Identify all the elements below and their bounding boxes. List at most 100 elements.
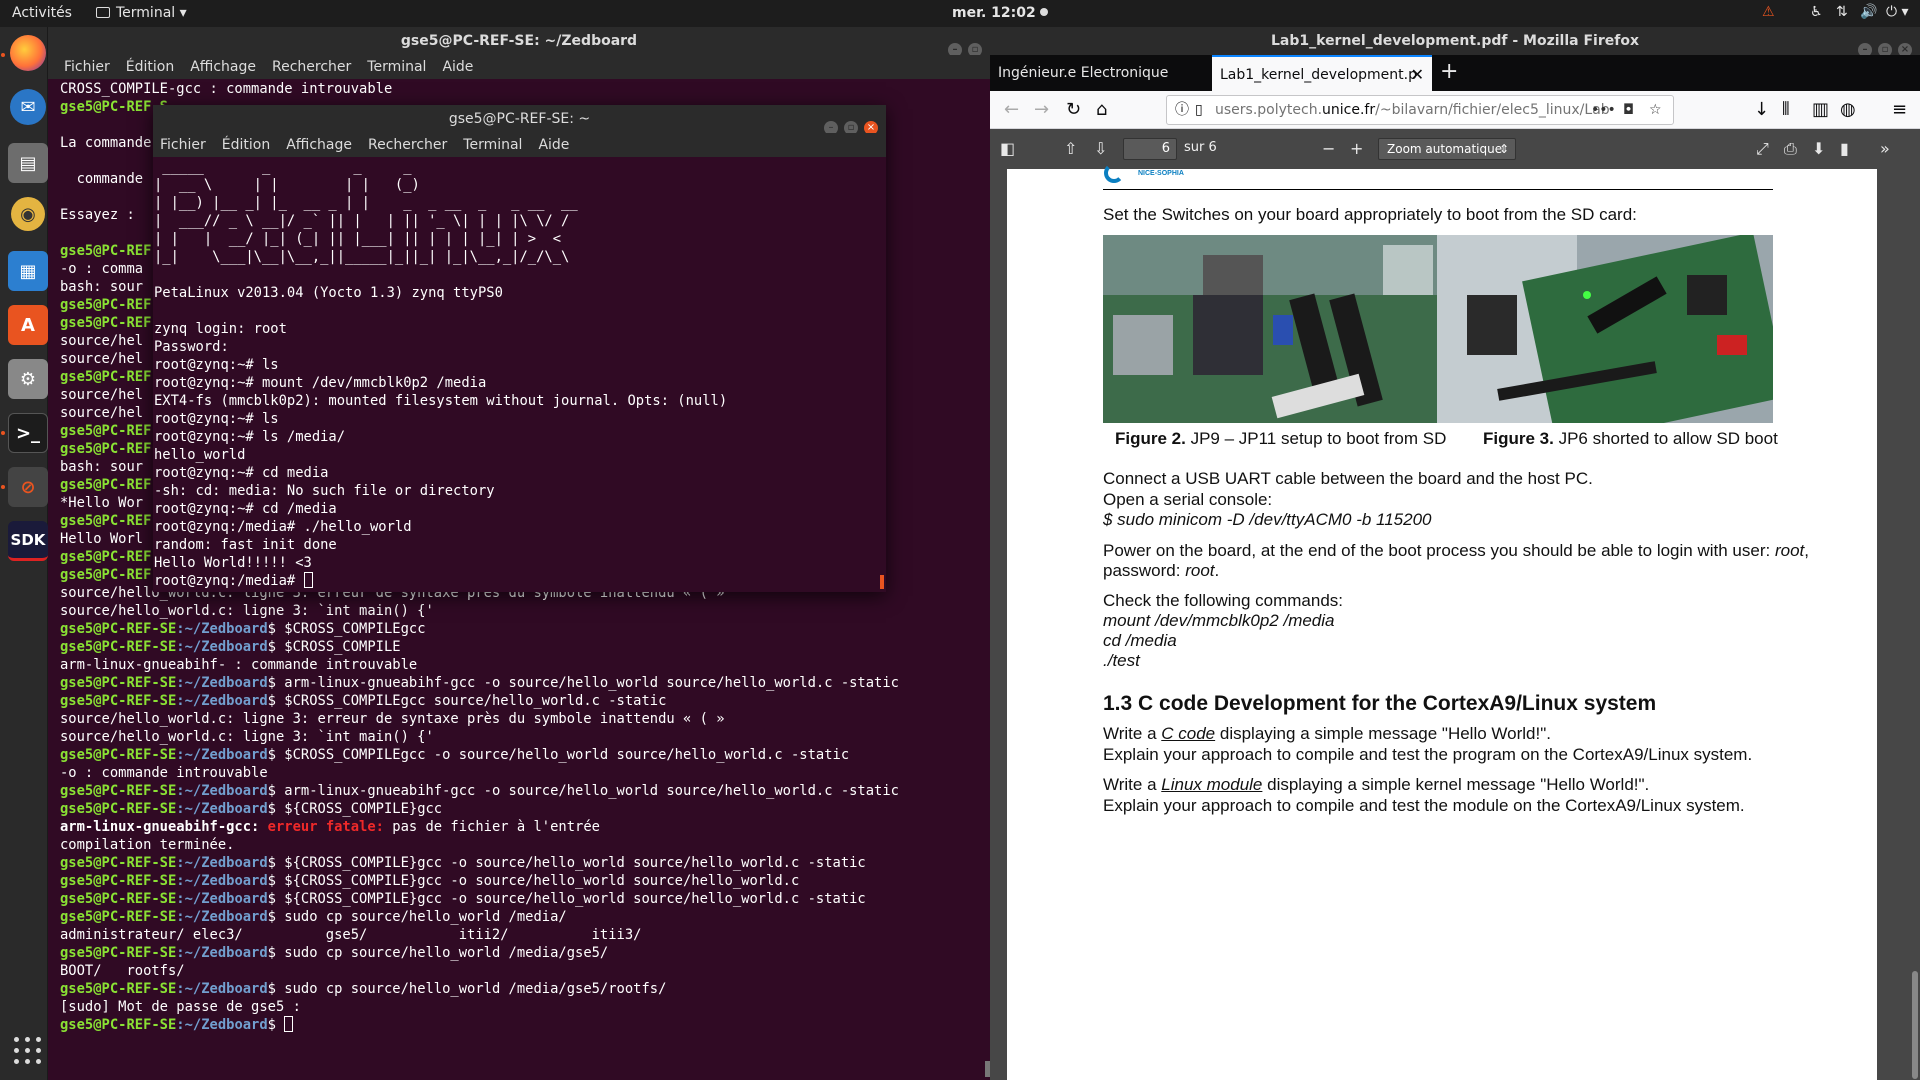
menu-item-0[interactable]: Fichier xyxy=(160,133,206,157)
page-actions-icon[interactable]: ••• xyxy=(1591,96,1616,124)
serial-line: | __ \ | | | | (_) xyxy=(154,177,420,193)
running-indicator xyxy=(1,485,5,489)
thunderbird-icon[interactable]: ✉ xyxy=(10,89,46,125)
close-tab-icon[interactable]: ✕ xyxy=(1411,57,1424,91)
c-code-link[interactable]: C code xyxy=(1161,724,1215,743)
pdf-command: $ sudo minicom -D /dev/ttyACM0 -b 115200 xyxy=(1103,510,1432,530)
activities-button[interactable]: Activités xyxy=(12,5,72,21)
screenshot-icon[interactable]: ⊘ xyxy=(8,467,48,507)
home-icon[interactable]: ⌂ xyxy=(1096,99,1107,120)
files-icon[interactable]: ▤ xyxy=(8,143,48,183)
url-prefix: users.polytech. xyxy=(1215,102,1323,118)
rhythmbox-icon[interactable]: ◉ xyxy=(11,197,45,231)
bookmark-icon[interactable]: ▮ xyxy=(1840,139,1849,158)
bookmark-star-icon[interactable]: ☆ xyxy=(1649,96,1662,124)
terminal-line: gse5@PC-REF-SE:~/Zedboard$ ${CROSS_COMPI… xyxy=(60,854,985,872)
terminal-dock-icon[interactable]: >_ xyxy=(8,413,48,453)
menu-item-1[interactable]: Édition xyxy=(222,133,270,157)
clock[interactable]: mer. 12:02 xyxy=(952,5,1048,21)
serial-line: Password: xyxy=(154,339,229,355)
prompt-path: :~/Zedboard xyxy=(176,909,268,925)
prompt-path: :~/Zedboard xyxy=(176,621,268,637)
zoom-out-icon[interactable]: − xyxy=(1322,139,1335,158)
terminal-titlebar[interactable]: gse5@PC-REF-SE: ~/Zedboard – ▫ xyxy=(48,27,990,57)
pocket-icon[interactable]: ◘ xyxy=(1623,96,1634,124)
page-number-input[interactable]: 6 xyxy=(1123,138,1177,160)
hamburger-menu-icon[interactable]: ≡ xyxy=(1892,99,1907,120)
warning-icon[interactable]: ⚠ xyxy=(1762,4,1775,20)
site-info-icon[interactable]: ⓘ xyxy=(1175,96,1189,124)
command-text: $ sudo cp source/hello_world /media/gse5… xyxy=(267,945,609,961)
accessibility-icon[interactable]: ♿ xyxy=(1810,4,1823,20)
toggle-sidebar-icon[interactable]: ◧ xyxy=(1000,139,1015,158)
pdf-viewer[interactable]: NICE-SOPHIA Set the Switches on your boa… xyxy=(990,163,1920,1080)
university-logo: NICE-SOPHIA xyxy=(1104,163,1184,183)
serial-terminal-output[interactable]: _____ _ _ _ | __ \ | | | | (_) | |__) |__ … xyxy=(154,158,874,590)
serial-terminal-titlebar[interactable]: gse5@PC-REF-SE: ~ – ▫ × xyxy=(153,105,886,135)
chevron-down-icon: ⇕ xyxy=(1498,142,1509,156)
back-icon[interactable]: ← xyxy=(1004,99,1019,120)
print-icon[interactable]: ⎙ xyxy=(1784,139,1797,159)
reload-icon[interactable]: ↻ xyxy=(1066,99,1081,120)
window-title: gse5@PC-REF-SE: ~ xyxy=(448,111,591,127)
menu-item-5[interactable]: Aide xyxy=(538,133,569,157)
logo-swoosh-icon xyxy=(1104,163,1124,183)
menu-item-0[interactable]: Fichier xyxy=(64,55,110,79)
network-icon[interactable]: ⇅ xyxy=(1836,4,1848,20)
terminal-line: gse5@PC-REF-SE:~/Zedboard$ ${CROSS_COMPI… xyxy=(60,800,985,818)
terminal-line: -o : commande introuvable xyxy=(60,765,268,781)
menu-item-3[interactable]: Rechercher xyxy=(368,133,447,157)
serial-line: EXT4-fs (mmcblk0p2): mounted filesystem … xyxy=(154,393,728,409)
terminal-line: arm-linux-gnueabihf-gcc: erreur fatale: … xyxy=(60,818,985,836)
linux-module-link[interactable]: Linux module xyxy=(1161,775,1262,794)
writer-icon[interactable]: ▦ xyxy=(8,251,48,291)
firefox-window[interactable]: Lab1_kernel_development.pdf - Mozilla Fi… xyxy=(990,27,1920,1080)
serial-terminal-window[interactable]: gse5@PC-REF-SE: ~ – ▫ × Fichier Édition Affi… xyxy=(153,105,886,592)
app-menu[interactable]: Terminal ▾ xyxy=(96,5,187,21)
menu-item-5[interactable]: Aide xyxy=(442,55,473,79)
volume-icon[interactable]: 🔊 xyxy=(1860,4,1877,20)
menu-item-2[interactable]: Affichage xyxy=(190,55,256,79)
notification-dot-icon xyxy=(1039,8,1048,16)
firefox-titlebar[interactable]: Lab1_kernel_development.pdf - Mozilla Fi… xyxy=(990,27,1920,57)
scrollbar[interactable] xyxy=(1912,971,1918,1079)
new-tab-icon[interactable]: + xyxy=(1440,59,1458,84)
tab-ingenieur[interactable]: Ingénieur.e Electronique xyxy=(990,55,1212,91)
library-icon[interactable]: ⫴ xyxy=(1782,99,1790,120)
menu-item-4[interactable]: Terminal xyxy=(367,55,426,79)
tools-icon[interactable]: » xyxy=(1880,139,1890,158)
prompt-user: gse5@PC-REF-S xyxy=(60,297,168,313)
prompt-user: gse5@PC-REF-S xyxy=(60,243,168,259)
pdf-command: cd /media xyxy=(1103,631,1177,651)
scrollbar[interactable] xyxy=(880,575,884,589)
account-icon[interactable]: ◍ xyxy=(1840,99,1856,120)
previous-page-icon[interactable]: ⇧ xyxy=(1064,139,1077,158)
save-icon[interactable]: ⬇ xyxy=(1812,139,1825,158)
sdk-icon[interactable]: SDK xyxy=(8,521,48,561)
zoom-select[interactable]: Zoom automatique ⇕ xyxy=(1378,138,1516,160)
show-applications-icon[interactable] xyxy=(14,1037,42,1065)
menu-item-4[interactable]: Terminal xyxy=(463,133,522,157)
figure-3-caption: Figure 3. JP6 shorted to allow SD boot xyxy=(1483,429,1778,449)
menu-item-1[interactable]: Édition xyxy=(126,55,174,79)
command-text: ./test xyxy=(1103,651,1140,670)
power-icon[interactable]: ⏻ ▾ xyxy=(1886,4,1909,20)
fullscreen-icon[interactable]: ⤢ xyxy=(1756,139,1769,159)
firefox-icon[interactable] xyxy=(10,35,46,71)
download-icon[interactable]: ↓ xyxy=(1754,99,1769,120)
terminal-line: gse5@PC-REF-SE:~/Zedboard$ arm-linux-gnu… xyxy=(60,674,985,692)
sidebar-icon[interactable]: ▥ xyxy=(1812,99,1829,120)
forward-icon[interactable]: → xyxy=(1034,99,1049,120)
zoom-in-icon[interactable]: + xyxy=(1350,139,1363,158)
tab-strip: Ingénieur.e Electronique Lab1_kernel_dev… xyxy=(990,55,1920,91)
pdf-paragraph: Set the Switches on your board appropria… xyxy=(1103,205,1637,224)
terminal-line: BOOT/ rootfs/ xyxy=(60,963,185,979)
tab-lab1-pdf[interactable]: Lab1_kernel_development.p ✕ xyxy=(1212,55,1432,91)
menu-item-2[interactable]: Affichage xyxy=(286,133,352,157)
settings-icon[interactable]: ⚙ xyxy=(8,359,48,399)
url-bar[interactable]: ⓘ ▯ users.polytech.unice.fr/~bilavarn/fi… xyxy=(1166,95,1674,125)
terminal-line: compilation terminée. xyxy=(60,837,235,853)
software-icon[interactable]: A xyxy=(8,305,48,345)
menu-item-3[interactable]: Rechercher xyxy=(272,55,351,79)
next-page-icon[interactable]: ⇩ xyxy=(1094,139,1107,158)
